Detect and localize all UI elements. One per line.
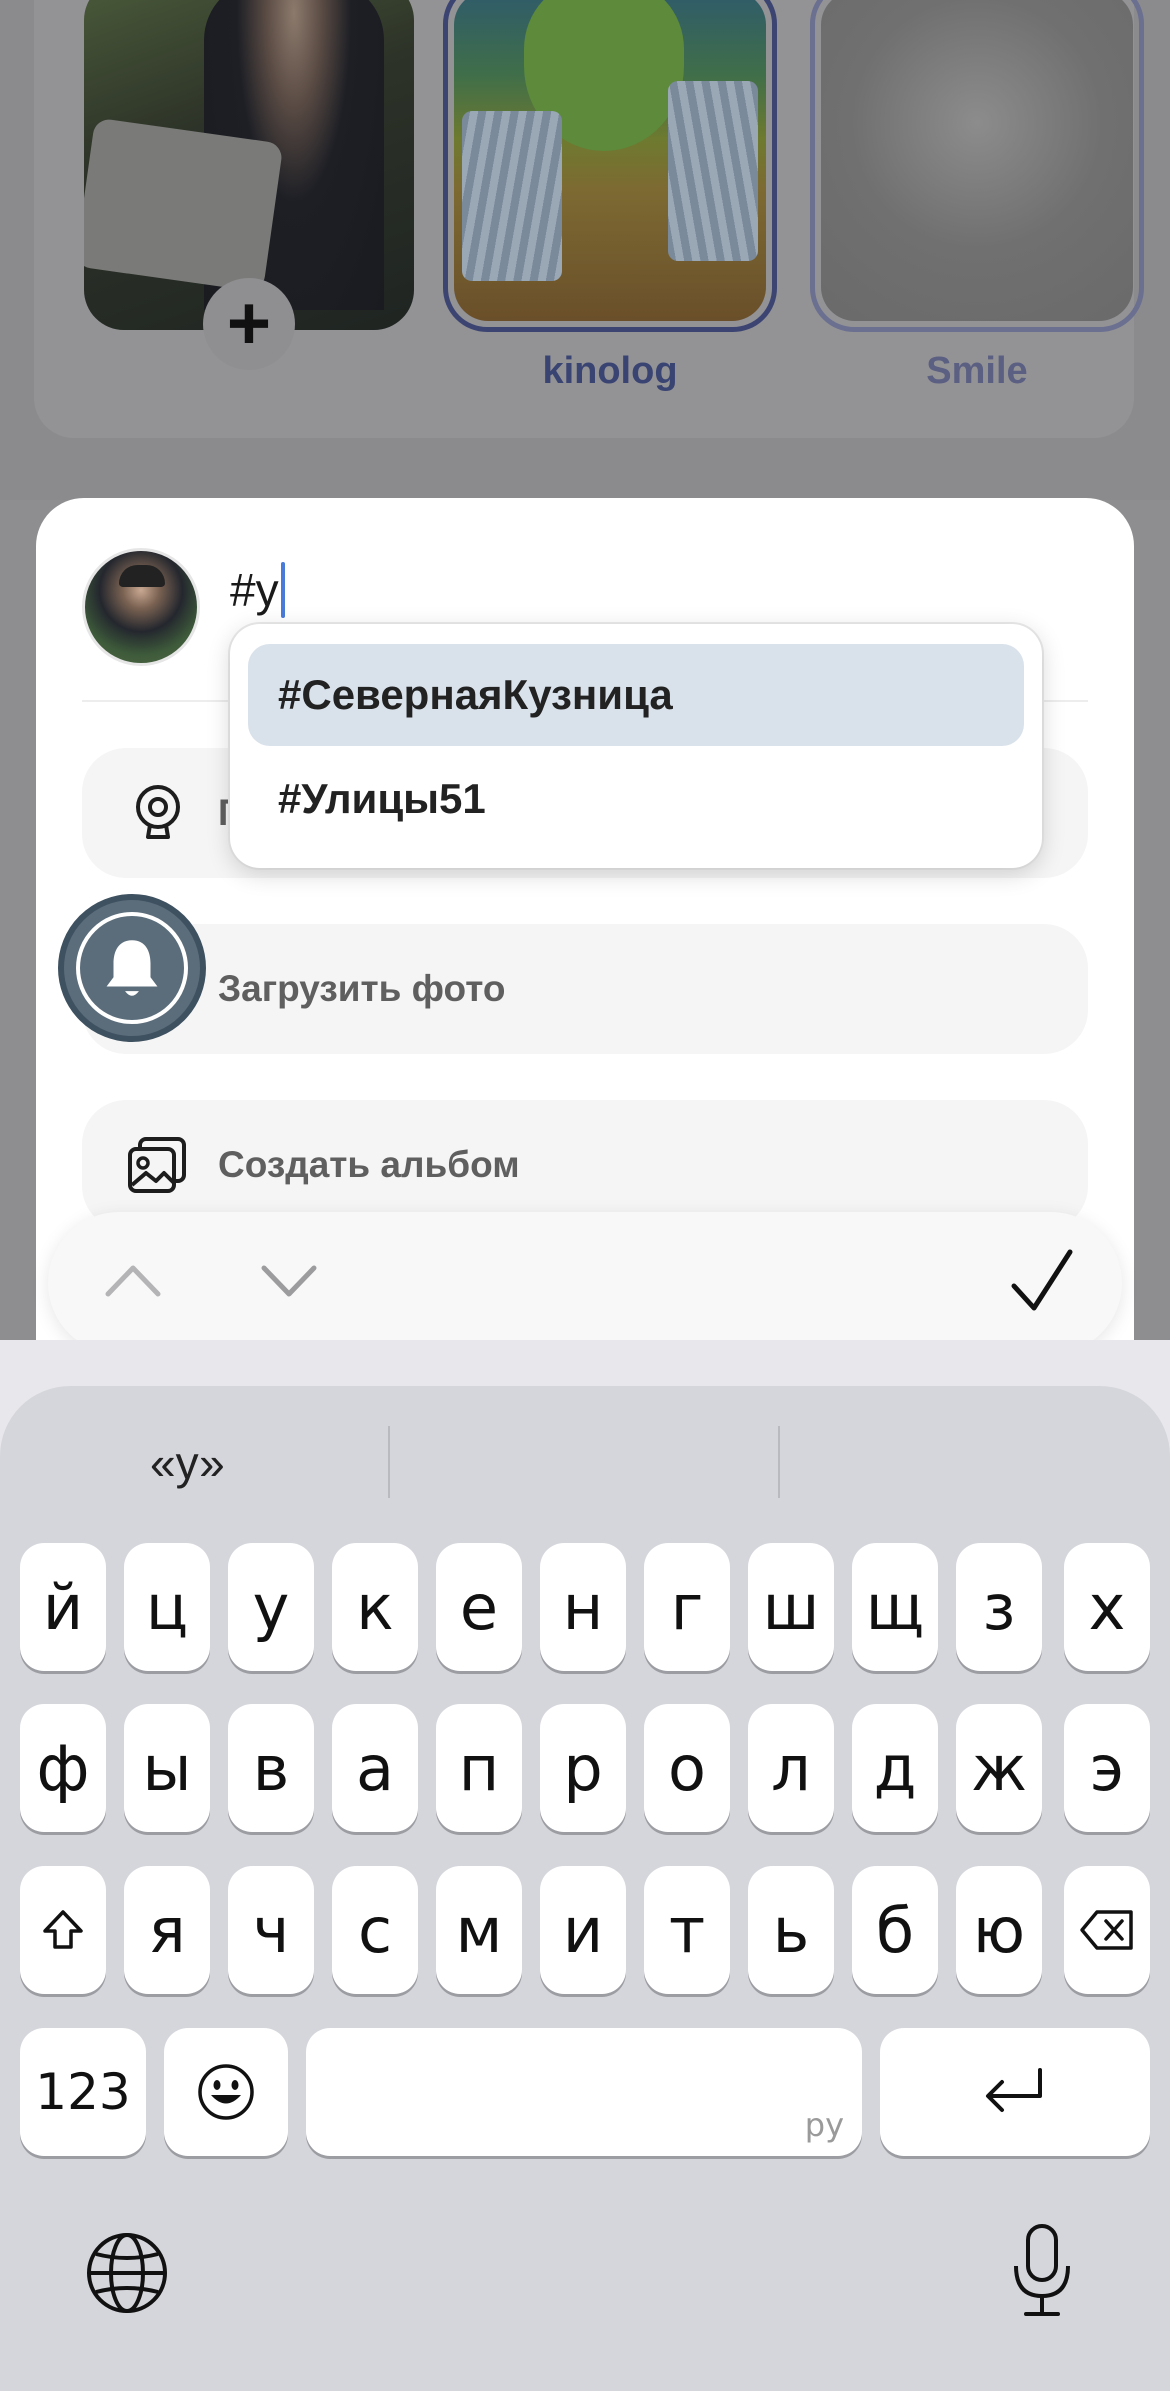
microphone-icon	[1014, 2224, 1070, 2316]
upload-photo-label: Загрузить фото	[218, 968, 506, 1009]
key[interactable]: а	[332, 1704, 418, 1832]
key[interactable]: х	[1064, 1543, 1150, 1671]
key[interactable]: ч	[228, 1866, 314, 1994]
space-key[interactable]: ру	[306, 2028, 862, 2156]
story-photo-laptop	[84, 117, 284, 293]
key[interactable]: щ	[852, 1543, 938, 1671]
key[interactable]: я	[124, 1866, 210, 1994]
key[interactable]: л	[748, 1704, 834, 1832]
hashtag-suggestion[interactable]: #Улицы51	[248, 748, 1024, 850]
keyboard-suggestions-bar: «у»	[0, 1416, 1170, 1526]
key[interactable]: э	[1064, 1704, 1150, 1832]
return-icon	[986, 2068, 1042, 2112]
key[interactable]: у	[228, 1543, 314, 1671]
suggestion-divider	[778, 1426, 780, 1498]
notifications-button[interactable]	[58, 894, 206, 1042]
text-caret	[280, 562, 285, 618]
key[interactable]: ю	[956, 1866, 1042, 1994]
hashtag-suggestions-dropdown: #СевернаяКузница #Улицы51	[230, 624, 1042, 868]
backspace-key[interactable]	[1064, 1866, 1150, 1994]
story-smile[interactable]	[810, 0, 1144, 332]
story-photo-fan-left	[462, 111, 562, 281]
numbers-key[interactable]: 123	[20, 2028, 146, 2156]
key[interactable]: с	[332, 1866, 418, 1994]
key[interactable]: р	[540, 1704, 626, 1832]
key[interactable]: и	[540, 1866, 626, 1994]
story-photo-fan-right	[668, 81, 758, 261]
next-field-icon[interactable]	[254, 1250, 324, 1310]
create-album-label: Создать альбом	[218, 1144, 520, 1185]
story-label-kinolog[interactable]: kinolog	[443, 350, 777, 393]
bell-icon	[106, 940, 158, 996]
emoji-icon	[198, 2064, 254, 2120]
suggestion-divider	[388, 1426, 390, 1498]
key[interactable]: д	[852, 1704, 938, 1832]
done-checkmark-icon[interactable]	[1006, 1242, 1078, 1322]
key[interactable]: ж	[956, 1704, 1042, 1832]
key[interactable]: з	[956, 1543, 1042, 1671]
return-key[interactable]	[880, 2028, 1150, 2156]
backspace-icon	[1080, 1910, 1133, 1950]
hashtag-suggestion[interactable]: #СевернаяКузница	[248, 644, 1024, 746]
shift-key[interactable]	[20, 1866, 106, 1994]
keyboard-suggestion[interactable]: «у»	[0, 1436, 390, 1490]
story-label-smile[interactable]: Smile	[810, 350, 1144, 393]
key[interactable]: к	[332, 1543, 418, 1671]
key[interactable]: б	[852, 1866, 938, 1994]
microphone-key[interactable]	[1010, 2222, 1074, 2322]
shift-icon	[43, 1910, 83, 1949]
album-icon	[128, 1137, 186, 1193]
emoji-key[interactable]	[164, 2028, 288, 2156]
key[interactable]: п	[436, 1704, 522, 1832]
key[interactable]: ш	[748, 1543, 834, 1671]
globe-key[interactable]	[84, 2230, 170, 2316]
previous-field-icon[interactable]	[98, 1250, 168, 1310]
key[interactable]: ь	[748, 1866, 834, 1994]
add-story-button[interactable]: +	[203, 278, 295, 370]
key[interactable]: й	[20, 1543, 106, 1671]
key[interactable]: т	[644, 1866, 730, 1994]
story-kinolog[interactable]	[443, 0, 777, 332]
key[interactable]: ф	[20, 1704, 106, 1832]
key[interactable]: г	[644, 1543, 730, 1671]
create-album-option[interactable]: Создать альбом	[82, 1100, 1088, 1230]
avatar	[82, 548, 200, 666]
key[interactable]: е	[436, 1543, 522, 1671]
globe-icon	[87, 2233, 167, 2313]
location-pin-icon	[136, 785, 180, 839]
key[interactable]: н	[540, 1543, 626, 1671]
key[interactable]: ц	[124, 1543, 210, 1671]
key[interactable]: о	[644, 1704, 730, 1832]
keyboard-language-label: ру	[804, 2106, 844, 2144]
post-text-input[interactable]: #у	[230, 562, 285, 618]
keyboard-accessory-bar	[48, 1212, 1122, 1354]
upload-photo-option[interactable]: Загрузить фото	[82, 924, 1088, 1054]
key[interactable]: ы	[124, 1704, 210, 1832]
key[interactable]: м	[436, 1866, 522, 1994]
key[interactable]: в	[228, 1704, 314, 1832]
post-text-value: #у	[230, 564, 279, 616]
